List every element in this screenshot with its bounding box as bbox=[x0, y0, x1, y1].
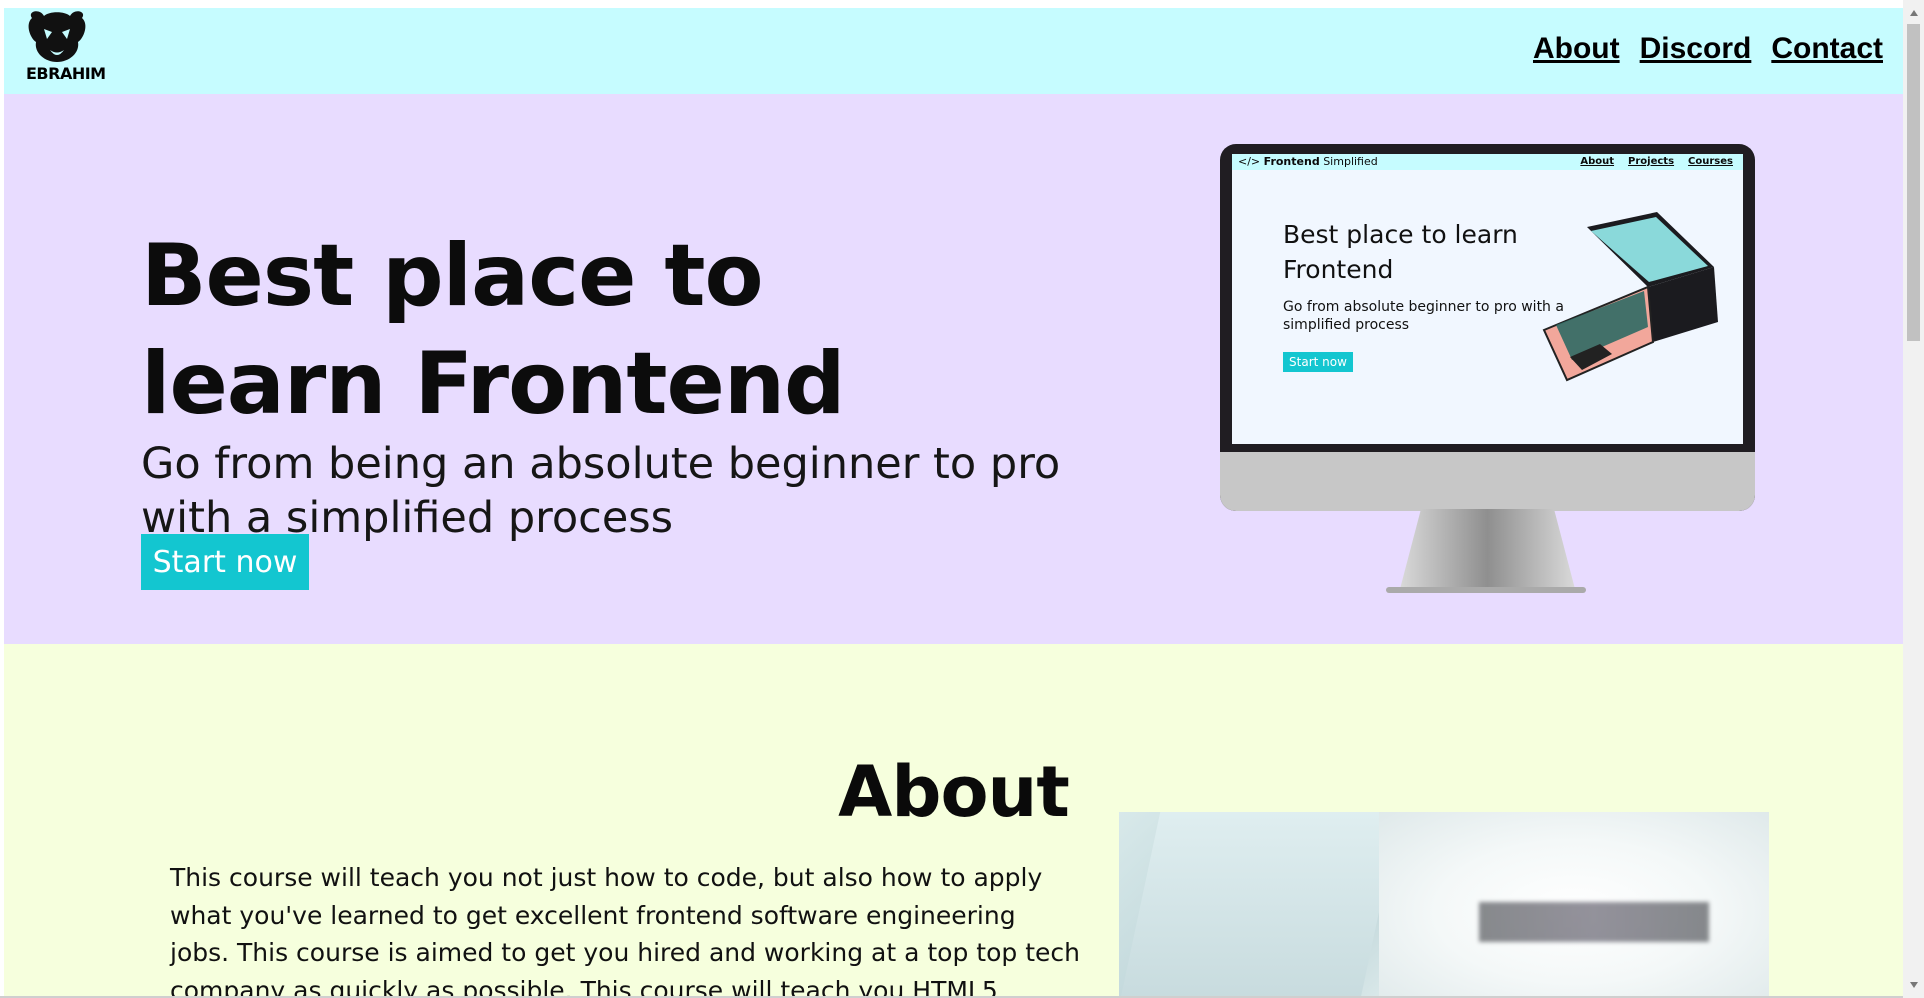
about-description: This course will teach you not just how … bbox=[170, 863, 1080, 996]
top-navigation-bar: EBRAHIM About Discord Contact bbox=[4, 8, 1903, 94]
hero-subtitle: Go from being an absolute beginner to pr… bbox=[141, 439, 1061, 543]
monitor-illustration: </> Frontend Simplified About Projects C… bbox=[1220, 144, 1755, 594]
main-nav: About Discord Contact bbox=[1533, 34, 1883, 64]
nav-contact-link[interactable]: Contact bbox=[1771, 34, 1883, 64]
hero-title: Best place to learn Frontend bbox=[141, 225, 846, 434]
about-section: About This course will teach you not jus… bbox=[4, 644, 1903, 996]
mini-courses-link: Courses bbox=[1688, 156, 1733, 167]
code-brackets-icon: </> bbox=[1238, 155, 1261, 168]
mini-about-link: About bbox=[1580, 156, 1615, 167]
scroll-up-icon[interactable] bbox=[1910, 10, 1918, 16]
start-now-button[interactable]: Start now bbox=[141, 534, 309, 590]
scrollbar-thumb[interactable] bbox=[1907, 24, 1920, 341]
monitor-stand bbox=[1400, 509, 1575, 589]
page: EBRAHIM About Discord Contact Best place… bbox=[4, 8, 1903, 996]
mini-brand: </> Frontend Simplified bbox=[1238, 155, 1378, 168]
laptop-illustration-icon bbox=[1542, 212, 1718, 382]
hero-section: Best place to learn Frontend Go from bei… bbox=[4, 94, 1903, 644]
nav-discord-link[interactable]: Discord bbox=[1640, 34, 1752, 64]
monitor-display: </> Frontend Simplified About Projects C… bbox=[1232, 154, 1743, 444]
mini-site-header: </> Frontend Simplified About Projects C… bbox=[1232, 154, 1743, 170]
blurred-keyboard bbox=[1479, 902, 1709, 942]
monitor-bezel bbox=[1220, 452, 1755, 511]
monitor-base bbox=[1386, 587, 1586, 593]
vertical-scrollbar[interactable] bbox=[1903, 0, 1924, 998]
mini-start-button: Start now bbox=[1283, 352, 1353, 372]
logo-text: EBRAHIM bbox=[26, 64, 106, 83]
mini-brand-light: Simplified bbox=[1323, 155, 1378, 168]
mini-projects-link: Projects bbox=[1628, 156, 1675, 167]
nav-about-link[interactable]: About bbox=[1533, 34, 1620, 64]
mini-brand-strong: Frontend bbox=[1263, 155, 1320, 168]
about-image bbox=[1119, 812, 1769, 996]
scroll-down-icon[interactable] bbox=[1910, 982, 1918, 988]
mini-nav: About Projects Courses bbox=[1580, 156, 1733, 167]
logo[interactable]: EBRAHIM bbox=[22, 8, 106, 88]
blurred-laptop-shape bbox=[1119, 812, 1401, 996]
mini-title: Best place to learn Frontend bbox=[1283, 220, 1518, 284]
